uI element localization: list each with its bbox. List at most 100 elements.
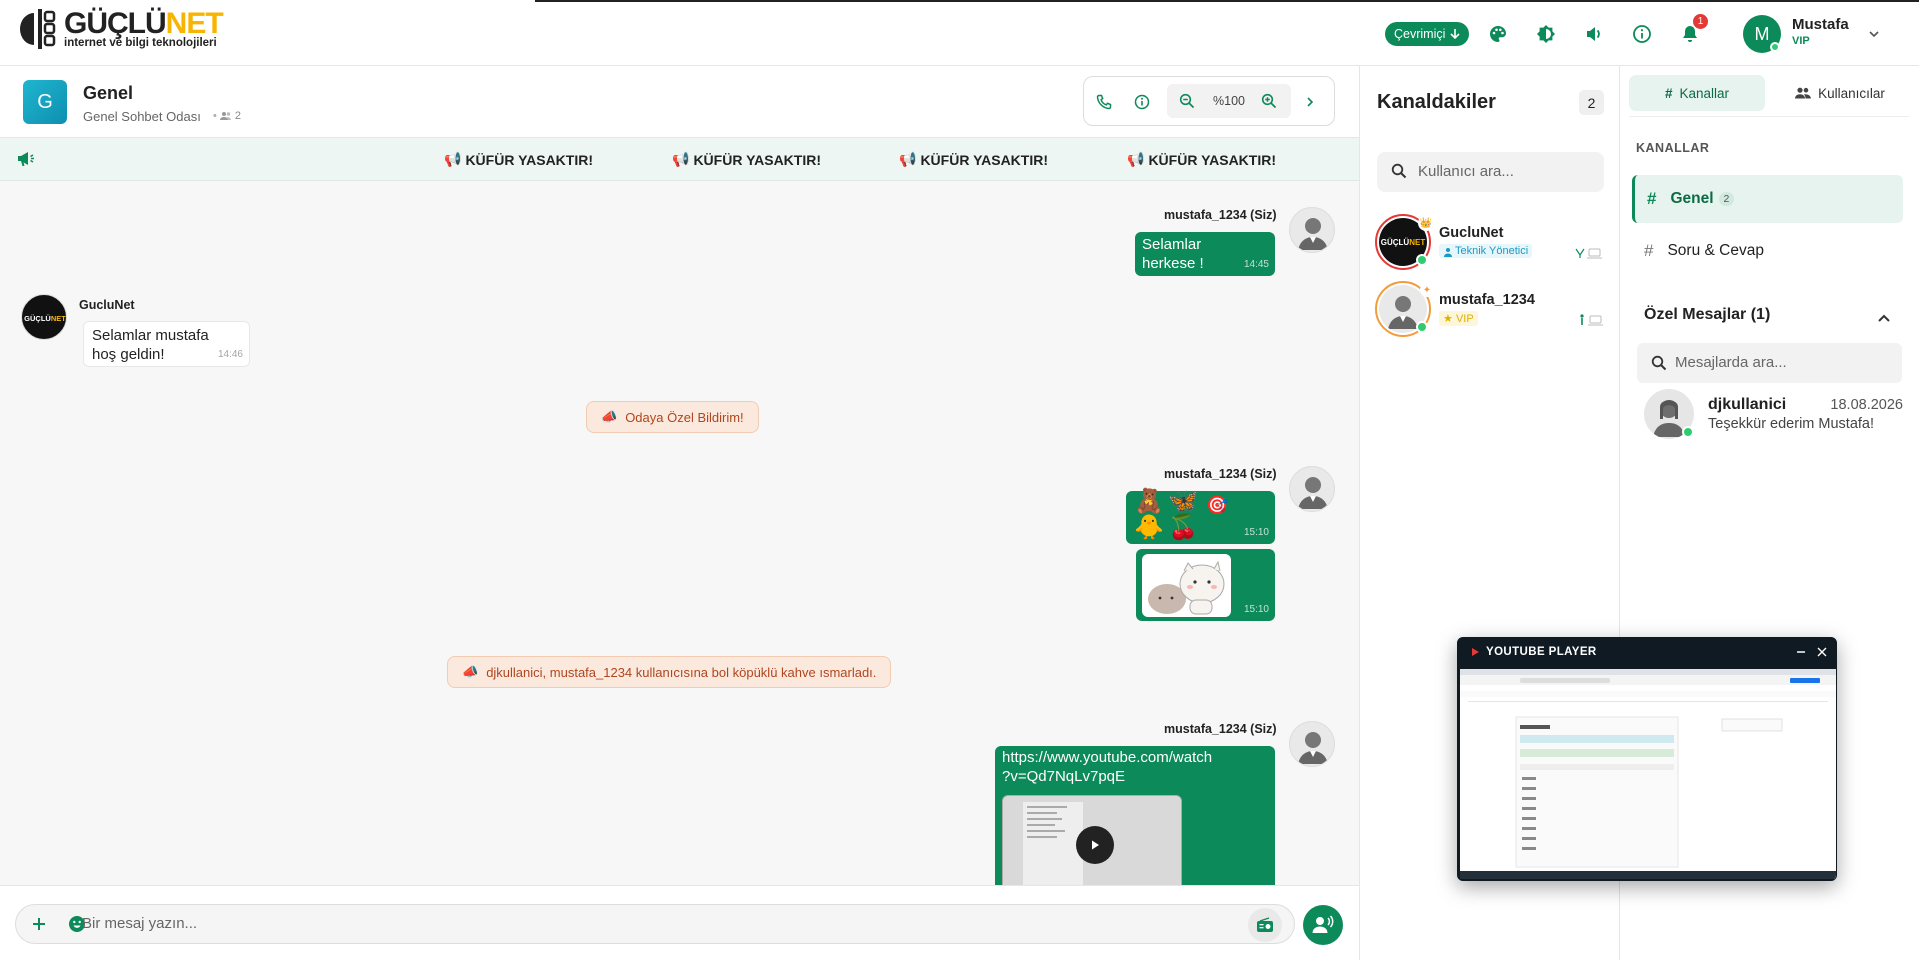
- star-icon: ★: [1443, 313, 1453, 325]
- video-thumbnail[interactable]: [1002, 795, 1182, 885]
- channel-item-genel[interactable]: # Genel 2: [1632, 175, 1903, 223]
- zoom-out-icon[interactable]: [1175, 89, 1199, 113]
- close-icon[interactable]: [1816, 646, 1828, 658]
- megaphone-icon: [16, 150, 36, 168]
- avatar[interactable]: [1289, 721, 1335, 767]
- user-avatar[interactable]: M: [1743, 15, 1781, 53]
- message-time: 14:45: [1243, 259, 1269, 270]
- chevron-up-icon[interactable]: [1876, 310, 1892, 326]
- online-indicator: [1416, 321, 1428, 333]
- svg-text:GÜÇLÜNET: GÜÇLÜNET: [1381, 238, 1426, 247]
- crown-icon: 👑: [1418, 215, 1434, 231]
- online-indicator: [1682, 426, 1694, 438]
- message-sender: mustafa_1234 (Siz): [1164, 467, 1277, 481]
- message-sender: mustafa_1234 (Siz): [1164, 722, 1277, 736]
- chat-messages[interactable]: mustafa_1234 (Siz) Selamlar herkese ! 14…: [0, 181, 1359, 885]
- message-text: Selamlar: [1142, 236, 1202, 253]
- room-header: G Genel Genel Sohbet Odası • 2 %100: [0, 66, 1359, 138]
- message-bubble[interactable]: 🧸 🦋 🎯 🐥 🍒 15:10: [1126, 490, 1275, 544]
- hash-icon: #: [1644, 241, 1654, 260]
- volume-icon[interactable]: [1582, 22, 1606, 46]
- role-badge: ★ VIP: [1439, 311, 1478, 326]
- sparkle-icon: ✦: [1420, 283, 1434, 297]
- sticker-image[interactable]: [1142, 554, 1231, 617]
- private-messages-header[interactable]: Özel Mesajlar (1): [1644, 306, 1770, 324]
- zoom-value: %100: [1213, 94, 1245, 108]
- voice-chat-icon: [1312, 915, 1334, 933]
- pm-sender-name: djkullanici: [1708, 396, 1787, 413]
- avatar[interactable]: GÜÇLÜNET: [21, 294, 67, 340]
- tab-users[interactable]: Kullanıcılar: [1771, 75, 1909, 111]
- flag-icon: 📢: [444, 151, 462, 167]
- announcement-ticker: 📢 KÜFÜR YASAKTIR! 📢 KÜFÜR YASAKTIR! 📢 KÜFÜR…: [0, 138, 1359, 181]
- pm-date: 18.08.2026: [1830, 397, 1903, 413]
- message-time: 15:10: [1243, 604, 1269, 615]
- message-composer: Bir mesaj yazın...: [0, 885, 1359, 960]
- youtube-player-window[interactable]: YOUTUBE PLAYER: [1457, 637, 1837, 881]
- channel-item-soru-cevap[interactable]: # Soru & Cevap: [1632, 227, 1903, 275]
- chevron-down-icon[interactable]: [1862, 22, 1886, 46]
- emoji-target: 🎯: [1206, 495, 1229, 515]
- app-header: GÜÇLÜNET internet ve bilgi teknolojileri…: [0, 0, 1919, 66]
- message-link[interactable]: ?v=Qd7NqLv7pqE: [1002, 767, 1268, 786]
- flag-icon: 📢: [672, 151, 690, 167]
- online-indicator: [1416, 254, 1428, 266]
- avatar[interactable]: [1289, 466, 1335, 512]
- theme-toggle-icon[interactable]: [1534, 22, 1558, 46]
- person-icon: [1444, 248, 1452, 257]
- room-info-icon[interactable]: [1130, 90, 1154, 114]
- avatar[interactable]: [1289, 207, 1335, 253]
- radio-button[interactable]: [1248, 908, 1282, 942]
- people-icon: [1795, 87, 1811, 99]
- megaphone-icon: 📣: [601, 409, 618, 424]
- user-search-placeholder: Kullanıcı ara...: [1418, 163, 1514, 180]
- info-icon[interactable]: [1630, 22, 1654, 46]
- youtube-video-frame[interactable]: [1460, 669, 1836, 879]
- user-list-name: GucluNet: [1439, 225, 1504, 241]
- status-dropdown[interactable]: Çevrimiçi: [1385, 22, 1470, 46]
- tab-channels[interactable]: # Kanallar: [1629, 75, 1765, 111]
- cat-sticker-icon: [1148, 560, 1225, 615]
- online-indicator: [1770, 42, 1780, 52]
- announcement-item: 📢 KÜFÜR YASAKTIR!: [899, 151, 1049, 168]
- voice-button[interactable]: [1303, 905, 1343, 945]
- chevron-right-icon[interactable]: [1298, 90, 1322, 114]
- search-icon: [1391, 163, 1407, 179]
- message-bubble[interactable]: Selamlar herkese ! 14:45: [1135, 232, 1275, 276]
- radio-icon: [1257, 917, 1273, 932]
- user-avatar-icon: [1298, 732, 1328, 764]
- minimize-icon[interactable]: [1795, 646, 1807, 658]
- youtube-play-icon: [1470, 647, 1480, 657]
- play-icon: [1092, 840, 1099, 850]
- message-sender: GucluNet: [79, 298, 135, 312]
- message-link[interactable]: https://www.youtube.com/watch: [1002, 748, 1268, 767]
- hash-icon: #: [1647, 189, 1657, 208]
- loading-bar: [535, 0, 1919, 2]
- search-icon: [1651, 355, 1667, 371]
- logo[interactable]: GÜÇLÜNET internet ve bilgi teknolojileri: [18, 6, 224, 52]
- message-input[interactable]: [15, 904, 1295, 944]
- phone-icon[interactable]: [1092, 90, 1116, 114]
- plus-icon[interactable]: [31, 916, 47, 932]
- message-bubble[interactable]: 15:10: [1136, 549, 1275, 621]
- channel-count-badge: 2: [1718, 192, 1735, 206]
- svg-text:GÜÇLÜNET: GÜÇLÜNET: [24, 314, 66, 323]
- palette-icon[interactable]: [1486, 22, 1510, 46]
- role-badge-text: VIP: [1455, 313, 1474, 325]
- logo-mark-icon: [20, 9, 56, 49]
- channels-section-title: KANALLAR: [1636, 141, 1710, 155]
- panel-tabs: # Kanallar Kullanıcılar: [1629, 75, 1909, 117]
- play-button[interactable]: [1076, 826, 1114, 864]
- user-search-input[interactable]: Kullanıcı ara...: [1377, 152, 1604, 192]
- people-icon: [219, 112, 231, 120]
- zoom-in-icon[interactable]: [1257, 89, 1281, 113]
- notification-badge: 1: [1693, 14, 1708, 29]
- pm-search-input[interactable]: Mesajlarda ara...: [1637, 343, 1902, 383]
- message-bubble[interactable]: Selamlar mustafa hoş geldin! 14:46: [83, 321, 250, 367]
- user-list-name: mustafa_1234: [1439, 292, 1535, 308]
- user-avatar-initial: M: [1754, 23, 1770, 44]
- announcement-item: 📢 KÜFÜR YASAKTIR!: [672, 151, 822, 168]
- device-icon: [1574, 247, 1604, 259]
- system-notice: 📣 djkullanici, mustafa_1234 kullanıcısın…: [447, 656, 892, 688]
- video-frame-screenshot-icon: [1460, 669, 1836, 879]
